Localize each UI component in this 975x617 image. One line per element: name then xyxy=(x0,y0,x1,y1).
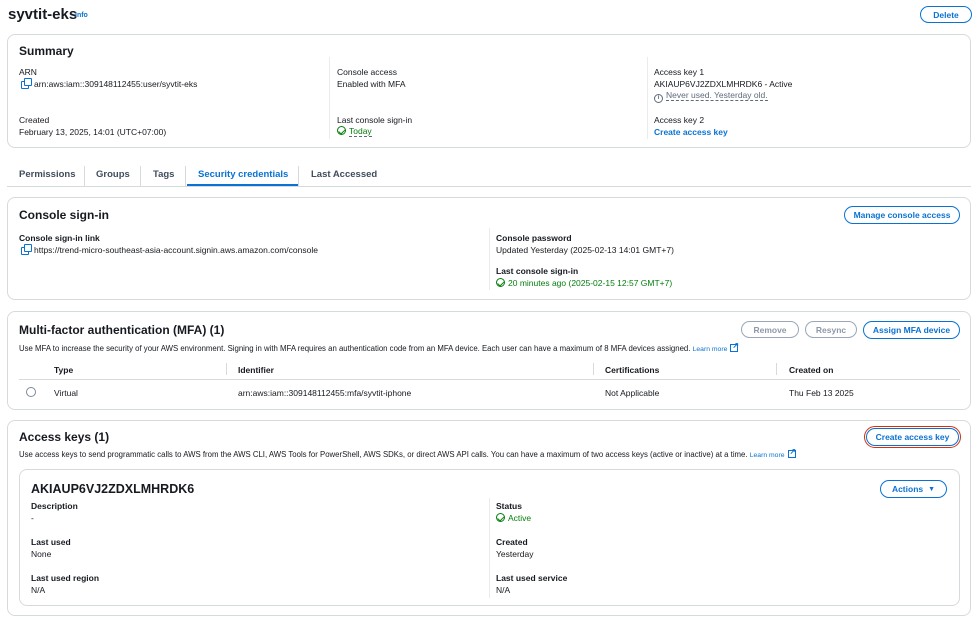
key-status-label: Status xyxy=(496,501,522,511)
column-divider xyxy=(226,363,227,375)
divider xyxy=(489,228,490,290)
create-access-key-link[interactable]: Create access key xyxy=(654,127,728,137)
console-access-value: Enabled with MFA xyxy=(337,79,406,89)
access-key-id: AKIAUP6VJ2ZDXLMHRDK6 xyxy=(31,482,195,496)
mfa-row-identifier: arn:aws:iam::309148112455:mfa/syvtit-iph… xyxy=(238,388,412,398)
mfa-description-row: Use MFA to increase the security of your… xyxy=(19,341,739,353)
tab-divider xyxy=(298,166,299,186)
last-signin-row: Today xyxy=(337,126,372,137)
copy-icon[interactable] xyxy=(21,78,32,89)
column-divider xyxy=(776,363,777,375)
console-password-value: Updated Yesterday (2025-02-13 14:01 GMT+… xyxy=(496,245,674,255)
console-access-label: Console access xyxy=(337,67,398,77)
last-console-signin-value: 20 minutes ago (2025-02-15 12:57 GMT+7) xyxy=(508,278,673,288)
tab-divider xyxy=(185,166,186,186)
access-keys-learn-more-link[interactable]: Learn more xyxy=(750,452,785,459)
assign-mfa-device-button[interactable]: Assign MFA device xyxy=(863,321,960,339)
mfa-title: Multi-factor authentication (MFA) (1) xyxy=(19,323,225,337)
arn-value: arn:aws:iam::309148112455:user/syvtit-ek… xyxy=(34,79,198,89)
manage-console-access-button[interactable]: Manage console access xyxy=(844,206,960,224)
key-status-value: Active xyxy=(508,513,532,523)
last-console-signin-label: Last console sign-in xyxy=(496,266,579,276)
check-circle-icon xyxy=(496,278,505,287)
mfa-col-certifications[interactable]: Certifications xyxy=(605,365,659,375)
key-created-label: Created xyxy=(496,537,528,547)
external-link-icon xyxy=(787,447,796,458)
mfa-col-type[interactable]: Type xyxy=(54,365,73,375)
check-circle-icon xyxy=(496,513,505,522)
mfa-row-certifications: Not Applicable xyxy=(605,388,660,398)
created-label: Created xyxy=(19,115,50,125)
access-keys-description-row: Use access keys to send programmatic cal… xyxy=(19,447,796,459)
tab-last-accessed[interactable]: Last Accessed xyxy=(311,169,377,180)
resync-mfa-button[interactable]: Resync xyxy=(805,321,857,338)
mfa-description: Use MFA to increase the security of your… xyxy=(19,344,691,353)
key-description-label: Description xyxy=(31,501,78,511)
tab-tags[interactable]: Tags xyxy=(153,169,174,180)
arn-row: arn:aws:iam::309148112455:user/syvtit-ek… xyxy=(21,78,198,89)
mfa-row-type: Virtual xyxy=(54,388,78,398)
key-last-used-label: Last used xyxy=(31,537,71,547)
mfa-row-radio[interactable] xyxy=(26,387,36,397)
caret-down-icon: ▼ xyxy=(928,485,936,493)
console-signin-title: Console sign-in xyxy=(19,208,109,222)
remove-mfa-button[interactable]: Remove xyxy=(741,321,799,338)
mfa-learn-more-link[interactable]: Learn more xyxy=(693,346,728,353)
key1-note-row: i Never used. Yesterday old. xyxy=(654,90,768,103)
divider xyxy=(329,57,330,139)
access-keys-description: Use access keys to send programmatic cal… xyxy=(19,450,748,459)
key-region-label: Last used region xyxy=(31,573,100,583)
check-circle-icon xyxy=(337,126,346,135)
info-link[interactable]: Info xyxy=(75,12,88,19)
external-link-icon xyxy=(730,341,739,352)
actions-label: Actions xyxy=(891,484,924,494)
key2-label: Access key 2 xyxy=(654,115,705,125)
key-service-label: Last used service xyxy=(496,573,568,583)
copy-icon[interactable] xyxy=(21,244,32,255)
table-header-divider xyxy=(19,379,960,380)
tabs-underline xyxy=(7,186,971,187)
arn-label: ARN xyxy=(19,67,37,77)
divider xyxy=(489,498,490,598)
mfa-row-created-on: Thu Feb 13 2025 xyxy=(789,388,854,398)
create-access-key-button[interactable]: Create access key xyxy=(864,426,961,448)
last-signin-label: Last console sign-in xyxy=(337,115,413,125)
key-created-value: Yesterday xyxy=(496,549,534,559)
key-service-value: N/A xyxy=(496,585,511,595)
signin-link-row: https://trend-micro-southeast-asia-accou… xyxy=(21,244,318,255)
tab-divider xyxy=(140,166,141,186)
key1-value: AKIAUP6VJ2ZDXLMHRDK6 - Active xyxy=(654,79,793,89)
actions-button[interactable]: Actions ▼ xyxy=(880,480,947,498)
console-password-label: Console password xyxy=(496,233,572,243)
key-description-value: - xyxy=(31,513,34,523)
info-circle-icon: i xyxy=(654,94,663,103)
signin-link-value: https://trend-micro-southeast-asia-accou… xyxy=(34,245,318,255)
page-title: syvtit-eks xyxy=(8,6,78,23)
key1-label: Access key 1 xyxy=(654,67,705,77)
delete-button[interactable]: Delete xyxy=(920,6,972,23)
access-keys-title: Access keys (1) xyxy=(19,430,110,444)
key1-note: Never used. Yesterday old. xyxy=(666,90,768,101)
created-value: February 13, 2025, 14:01 (UTC+07:00) xyxy=(19,127,167,137)
summary-title: Summary xyxy=(19,44,74,58)
key-last-used-value: None xyxy=(31,549,52,559)
last-console-signin-row: 20 minutes ago (2025-02-15 12:57 GMT+7) xyxy=(496,278,672,288)
divider xyxy=(647,57,648,139)
key-status-row: Active xyxy=(496,513,531,523)
tab-divider xyxy=(84,166,85,186)
key-region-value: N/A xyxy=(31,585,46,595)
mfa-col-identifier[interactable]: Identifier xyxy=(238,365,274,375)
column-divider xyxy=(593,363,594,375)
signin-link-label: Console sign-in link xyxy=(19,233,100,243)
tab-security-credentials[interactable]: Security credentials xyxy=(198,169,288,180)
tab-permissions[interactable]: Permissions xyxy=(19,169,76,180)
tab-groups[interactable]: Groups xyxy=(96,169,130,180)
mfa-col-created-on[interactable]: Created on xyxy=(789,365,833,375)
last-signin-value: Today xyxy=(349,126,372,137)
